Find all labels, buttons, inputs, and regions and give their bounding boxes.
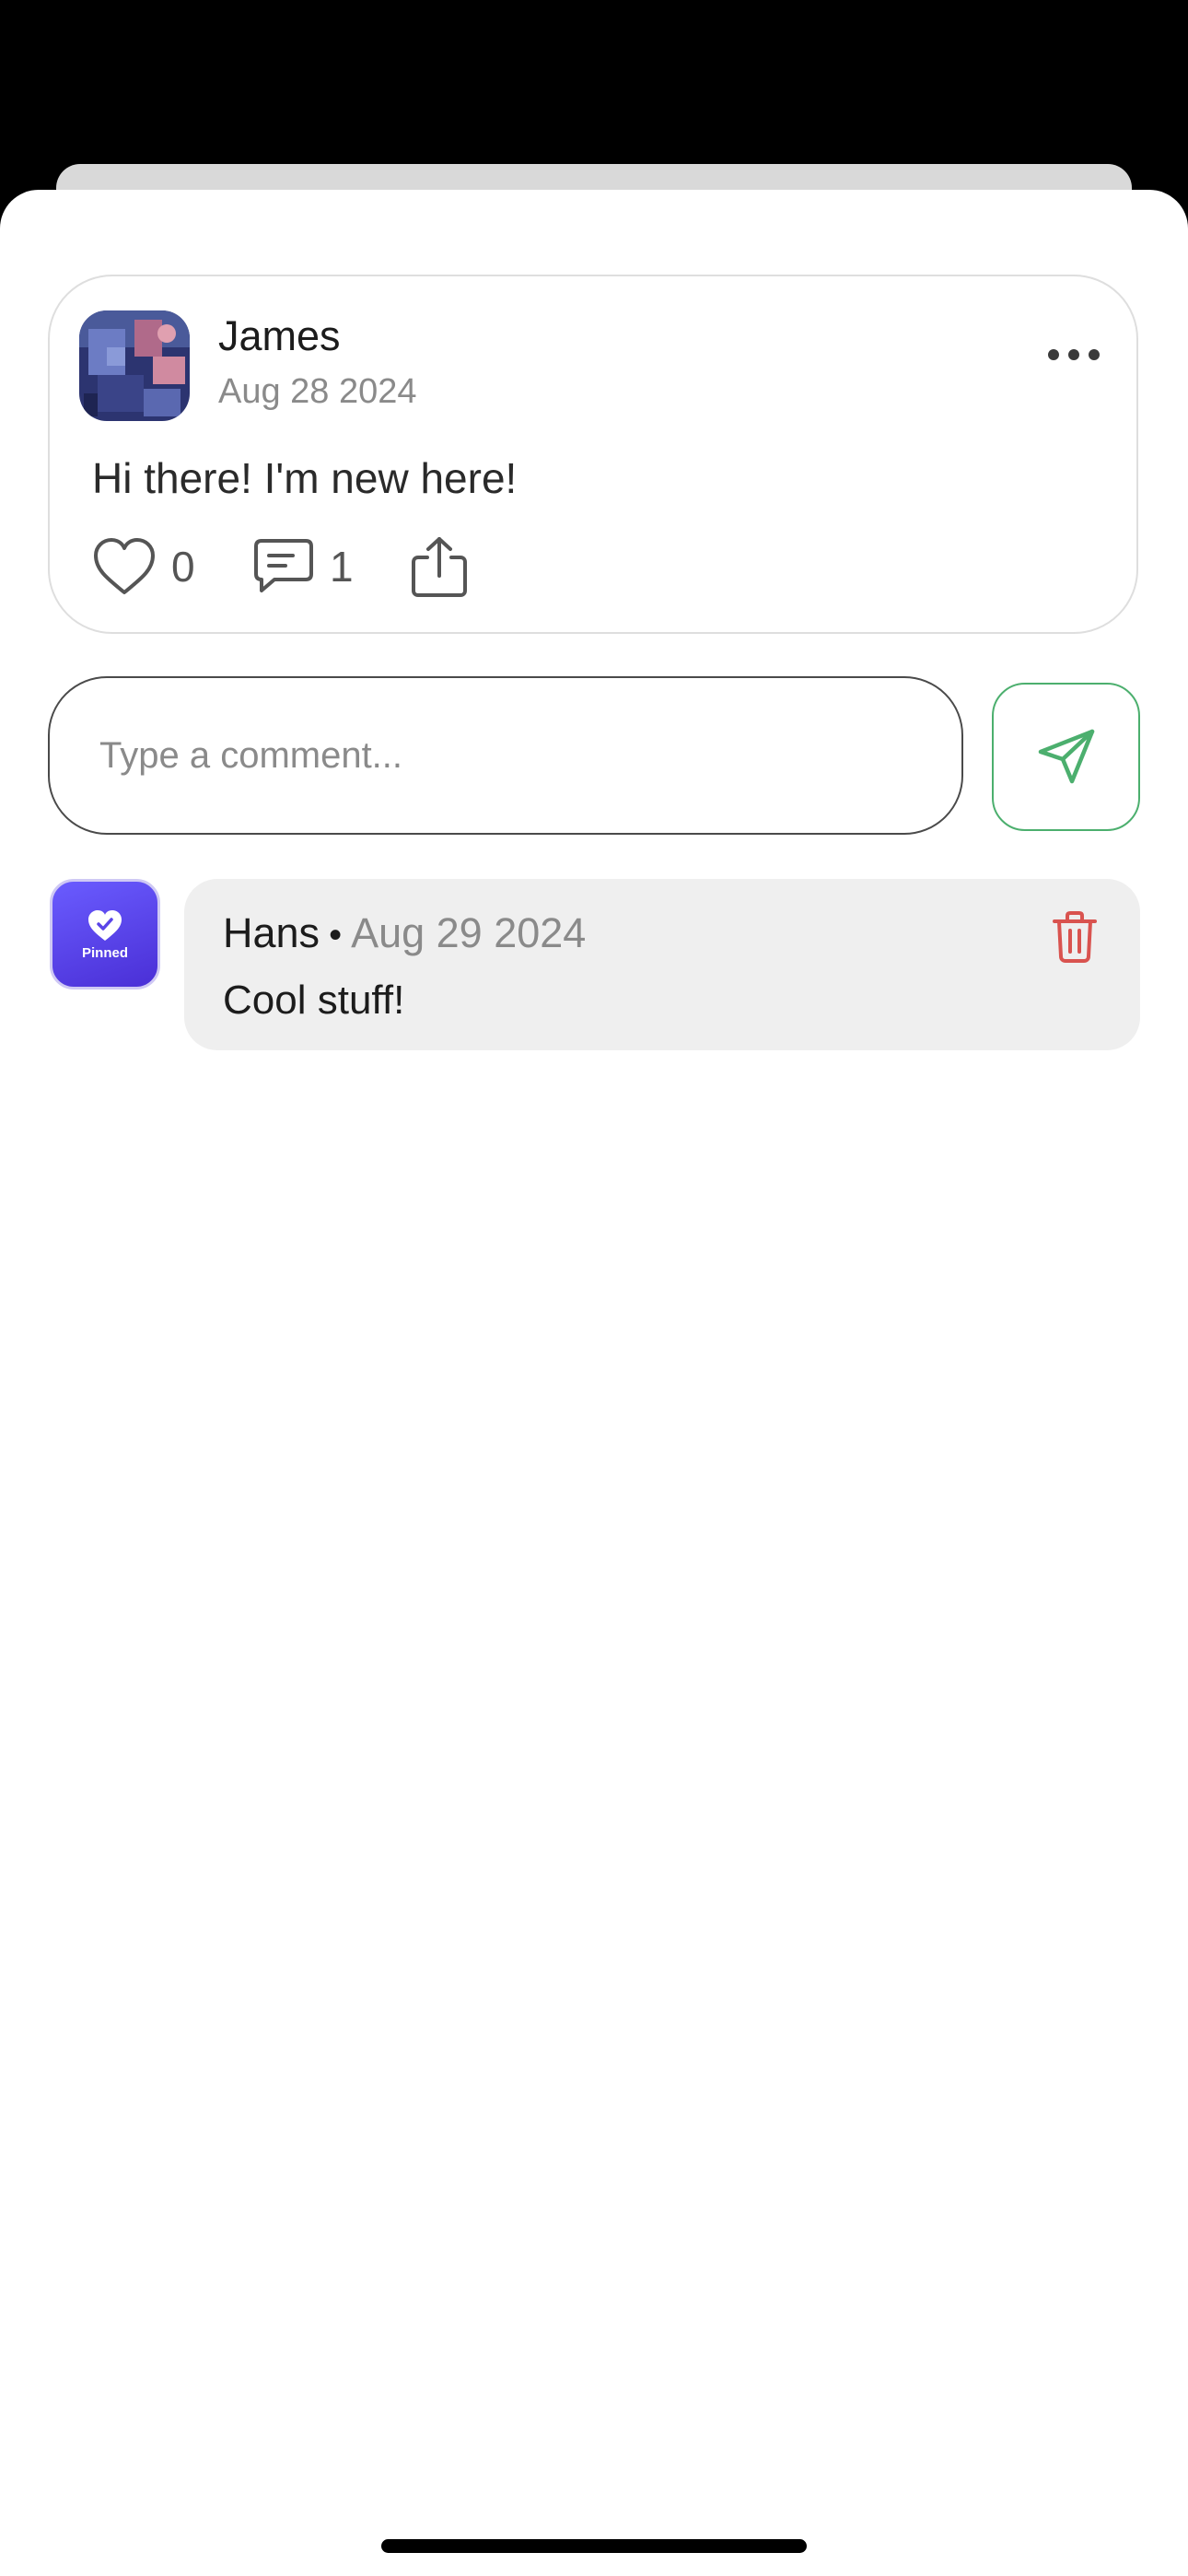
share-button[interactable]	[409, 534, 470, 599]
comments-sheet: James Aug 28 2024 Hi there! I'm new here…	[0, 190, 1188, 2576]
post-card: James Aug 28 2024 Hi there! I'm new here…	[48, 275, 1138, 634]
post-body: Hi there! I'm new here!	[92, 454, 518, 502]
comment-header: Hans • Aug 29 2024	[223, 912, 586, 954]
like-count: 0	[171, 543, 195, 591]
delete-comment-button[interactable]	[1042, 905, 1107, 969]
like-button[interactable]: 0	[92, 534, 195, 599]
more-dot	[1089, 349, 1100, 360]
comment-icon	[254, 539, 313, 592]
send-button[interactable]	[992, 683, 1140, 831]
author-avatar[interactable]	[79, 310, 190, 421]
more-dot	[1068, 349, 1079, 360]
comment-text: Cool stuff!	[223, 978, 405, 1023]
separator-dot: •	[329, 915, 343, 955]
home-indicator[interactable]	[381, 2539, 807, 2553]
author-name[interactable]: James	[218, 315, 341, 357]
share-icon	[412, 537, 467, 597]
comment-input[interactable]	[48, 676, 963, 835]
commenter-avatar[interactable]: Pinned	[50, 879, 160, 989]
avatar-photo	[79, 310, 190, 421]
heart-icon	[94, 538, 155, 594]
send-icon	[1038, 729, 1094, 783]
more-dot	[1048, 349, 1059, 360]
heart-check-icon	[88, 909, 122, 941]
trash-icon	[1053, 911, 1097, 963]
comment-button[interactable]: 1	[252, 534, 354, 599]
screen: James Aug 28 2024 Hi there! I'm new here…	[0, 0, 1188, 2576]
post-date: Aug 28 2024	[218, 372, 417, 411]
commenter-name[interactable]: Hans	[223, 912, 320, 954]
more-options-button[interactable]	[1035, 332, 1112, 378]
comment-count: 1	[330, 543, 354, 591]
comment-date: Aug 29 2024	[351, 909, 587, 956]
comment-bubble: Hans • Aug 29 2024 Cool stuff!	[184, 879, 1140, 1050]
pinned-label: Pinned	[81, 944, 128, 961]
